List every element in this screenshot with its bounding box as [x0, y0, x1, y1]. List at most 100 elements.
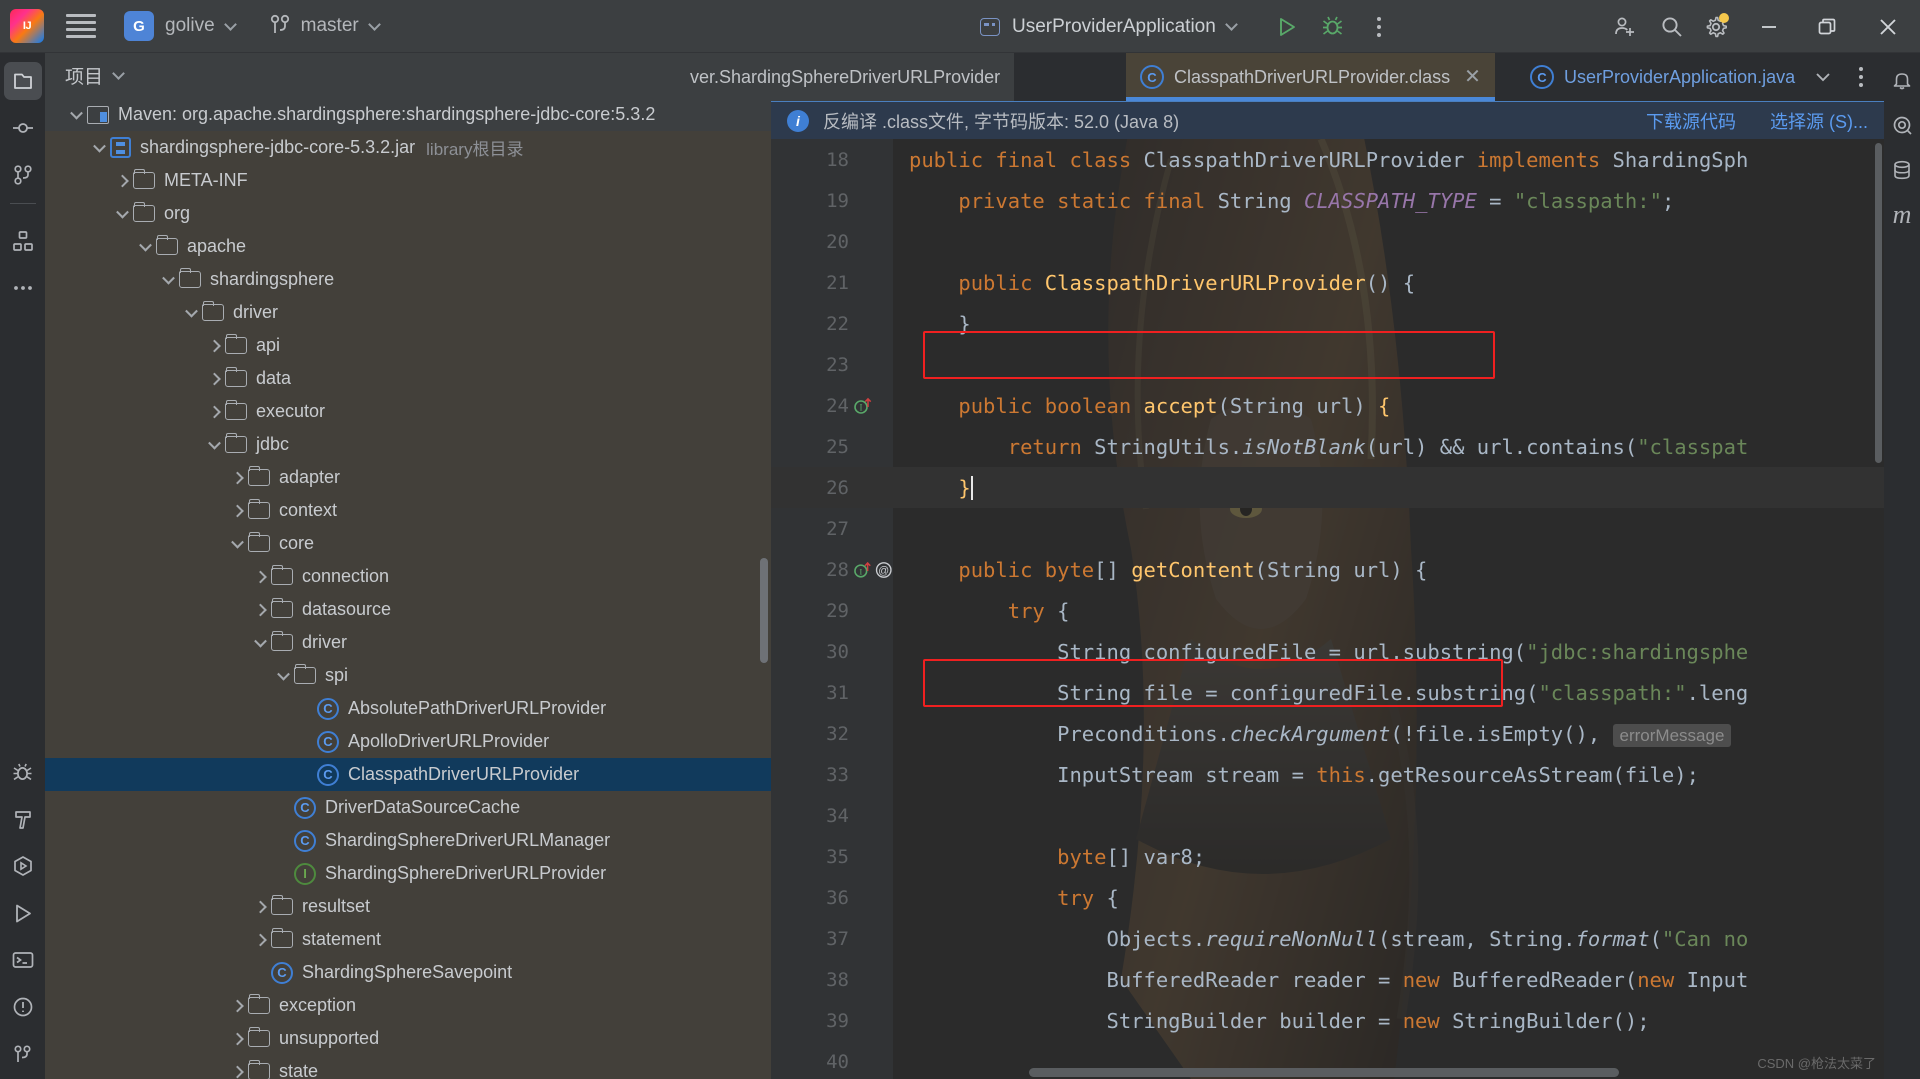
code-line[interactable]: 22 } — [771, 303, 1884, 344]
sidebar-item-problems[interactable] — [4, 988, 42, 1026]
tree-node[interactable]: C ShardingSphereDriverURLManager — [45, 824, 771, 857]
sidebar-item-project[interactable] — [3, 62, 42, 100]
tree-node[interactable]: statement — [45, 923, 771, 956]
sidebar-item-database[interactable] — [1886, 152, 1918, 188]
code-line[interactable]: 31 String file = configuredFile.substrin… — [771, 672, 1884, 713]
tree-node[interactable]: org — [45, 197, 771, 230]
close-icon[interactable]: ✕ — [1464, 67, 1481, 87]
editor-tab-shardingsphere-driver-url-provider[interactable]: ver.ShardingSphereDriverURLProvider — [676, 53, 1015, 101]
gutter-marker[interactable]: I @ — [849, 560, 893, 580]
code-line[interactable]: 37 Objects.requireNonNull(stream, String… — [771, 918, 1884, 959]
settings-button[interactable] — [1694, 0, 1740, 53]
tree-node[interactable]: unsupported — [45, 1022, 771, 1055]
tree-node[interactable]: C ApolloDriverURLProvider — [45, 725, 771, 758]
code-line[interactable]: 29 try { — [771, 590, 1884, 631]
editor-tab-user-provider-application[interactable]: C UserProviderApplication.java — [1516, 53, 1809, 101]
code-line[interactable]: 30 String configuredFile = url.substring… — [771, 631, 1884, 672]
sidebar-item-maven[interactable]: m — [1886, 197, 1918, 233]
tree-node[interactable]: C AbsolutePathDriverURLProvider — [45, 692, 771, 725]
sidebar-item-structure[interactable] — [4, 222, 42, 260]
tree-node[interactable]: I ShardingSphereDriverURLProvider — [45, 857, 771, 890]
editor-horizontal-scrollbar[interactable] — [1029, 1068, 1619, 1077]
main-menu-button[interactable] — [66, 14, 96, 38]
choose-sources-link[interactable]: 选择源 (S)... — [1770, 108, 1868, 134]
sidebar-item-build[interactable] — [4, 800, 42, 838]
editor-tab-classpath-driver-url-provider[interactable]: C ClasspathDriverURLProvider.class ✕ — [1126, 53, 1495, 101]
code-line[interactable]: 18 public final class ClasspathDriverURLP… — [771, 139, 1884, 180]
tree-node[interactable]: context — [45, 494, 771, 527]
code-line[interactable]: 39 StringBuilder builder = new StringBui… — [771, 1000, 1884, 1041]
code-line[interactable]: 27 — [771, 508, 1884, 549]
tree-node[interactable]: connection — [45, 560, 771, 593]
show-hidden-tabs-button[interactable] — [1804, 53, 1842, 101]
project-selector[interactable]: G golive — [124, 11, 237, 41]
code-line[interactable]: 23 — [771, 344, 1884, 385]
editor-vertical-scrollbar[interactable] — [1875, 143, 1882, 463]
sidebar-item-more-tool-windows[interactable] — [4, 269, 42, 307]
close-button[interactable] — [1856, 0, 1920, 53]
branch-selector[interactable]: master — [269, 14, 381, 38]
more-run-actions-button[interactable] — [1356, 0, 1402, 53]
chevron-down-icon[interactable] — [112, 67, 125, 80]
tree-node[interactable]: C ShardingSphereSavepoint — [45, 956, 771, 989]
sidebar-item-run[interactable] — [4, 894, 42, 932]
account-button[interactable] — [1602, 0, 1648, 53]
code-line[interactable]: 24 I public boolean accept(String url) { — [771, 385, 1884, 426]
tree-node[interactable]: apache — [45, 230, 771, 263]
tree-node[interactable]: C DriverDataSourceCache — [45, 791, 771, 824]
run-config-label[interactable]: UserProviderApplication — [1012, 16, 1216, 38]
implementing-method-icon[interactable]: I — [853, 396, 873, 416]
tree-node[interactable]: core — [45, 527, 771, 560]
tree-node[interactable]: spi — [45, 659, 771, 692]
code-line[interactable]: 19 private static final String CLASSPATH… — [771, 180, 1884, 221]
tree-node[interactable]: executor — [45, 395, 771, 428]
download-sources-link[interactable]: 下载源代码 — [1646, 108, 1736, 134]
sidebar-item-notifications[interactable] — [1886, 62, 1918, 98]
code-line[interactable]: 28 I @ public byte[] getContent(String url… — [771, 549, 1884, 590]
code-line[interactable]: 32 Preconditions.checkArgument(!file.isE… — [771, 713, 1884, 754]
tree-node[interactable]: state — [45, 1055, 771, 1079]
gutter-marker[interactable]: I — [849, 396, 893, 416]
code-lines[interactable]: 18 public final class ClasspathDriverURLP… — [771, 139, 1884, 1079]
tree-node[interactable]: jdbc — [45, 428, 771, 461]
code-line[interactable]: 25 return StringUtils.isNotBlank(url) &&… — [771, 426, 1884, 467]
project-tree-scrollbar[interactable] — [760, 558, 768, 663]
maximize-button[interactable] — [1798, 0, 1856, 53]
sidebar-item-debug[interactable] — [4, 753, 42, 791]
sidebar-item-commit[interactable] — [4, 109, 42, 147]
tree-node[interactable]: shardingsphere-jdbc-core-5.3.2.jar librar… — [45, 131, 771, 164]
code-editor[interactable]: 18 public final class ClasspathDriverURLP… — [771, 139, 1884, 1079]
tree-node[interactable]: resultset — [45, 890, 771, 923]
code-line[interactable]: 35 byte[] var8; — [771, 836, 1884, 877]
tree-node[interactable]: C ClasspathDriverURLProvider — [45, 758, 771, 791]
code-line[interactable]: 38 BufferedReader reader = new BufferedR… — [771, 959, 1884, 1000]
tree-node[interactable]: driver — [45, 626, 771, 659]
tree-node[interactable]: Maven: org.apache.shardingsphere:shardin… — [45, 98, 771, 131]
minimize-button[interactable] — [1740, 0, 1798, 53]
tree-node[interactable]: datasource — [45, 593, 771, 626]
tree-node[interactable]: driver — [45, 296, 771, 329]
annotation-marker-icon[interactable]: @ — [874, 560, 894, 580]
sidebar-item-ai-assistant[interactable] — [1886, 107, 1918, 143]
sidebar-item-pull-requests[interactable] — [4, 156, 42, 194]
project-tree[interactable]: Maven: org.apache.shardingsphere:shardin… — [45, 98, 771, 1079]
editor-options-button[interactable] — [1842, 53, 1880, 101]
tree-node[interactable]: shardingsphere — [45, 263, 771, 296]
debug-button[interactable] — [1310, 0, 1356, 53]
sidebar-item-services[interactable] — [4, 847, 42, 885]
code-line[interactable]: 26 } — [771, 467, 1884, 508]
run-button[interactable] — [1264, 0, 1310, 53]
chevron-down-icon[interactable] — [1224, 18, 1238, 31]
tree-node[interactable]: api — [45, 329, 771, 362]
tree-node[interactable]: adapter — [45, 461, 771, 494]
sidebar-item-terminal[interactable] — [4, 941, 42, 979]
code-line[interactable]: 36 try { — [771, 877, 1884, 918]
code-line[interactable]: 33 InputStream stream = this.getResource… — [771, 754, 1884, 795]
tree-node[interactable]: data — [45, 362, 771, 395]
code-line[interactable]: 34 — [771, 795, 1884, 836]
sidebar-item-version-control[interactable] — [4, 1035, 42, 1073]
implementing-method-icon[interactable]: I — [853, 560, 873, 580]
code-line[interactable]: 20 — [771, 221, 1884, 262]
tree-node[interactable]: exception — [45, 989, 771, 1022]
search-everywhere-button[interactable] — [1648, 0, 1694, 53]
